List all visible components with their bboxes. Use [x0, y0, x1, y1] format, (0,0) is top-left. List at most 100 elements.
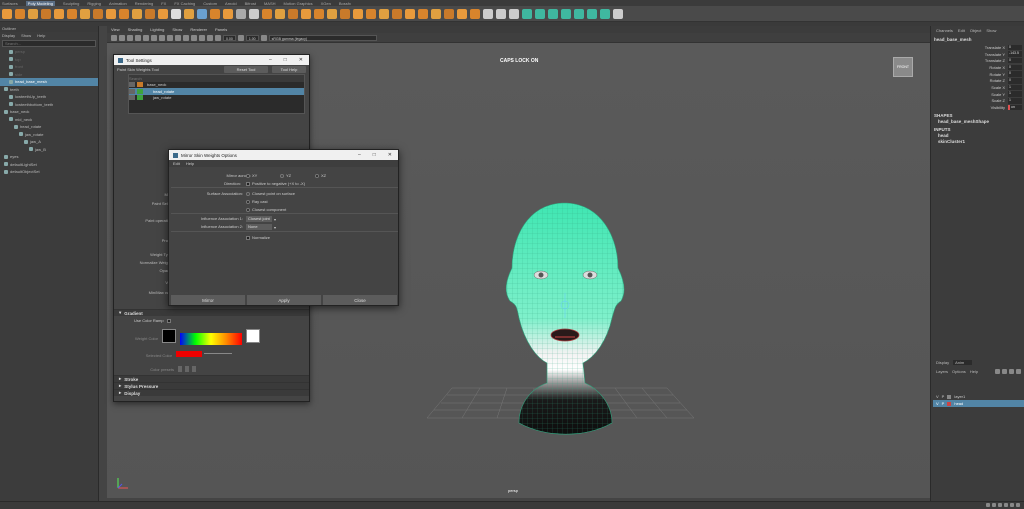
shelf-tool-icon[interactable] — [158, 8, 168, 19]
outliner-item[interactable]: base_neck — [0, 108, 98, 116]
shelf-tool-icon[interactable] — [444, 8, 454, 19]
channel-value-field[interactable]: 1 — [1008, 98, 1022, 104]
outliner-item[interactable]: jaw_rotate — [0, 131, 98, 139]
outliner-item[interactable]: mid_neck — [0, 116, 98, 124]
channel-value-field[interactable]: 0 — [1008, 71, 1022, 77]
tool-help-button[interactable]: Tool Help — [272, 66, 306, 73]
channel-label[interactable]: Scale Y — [931, 92, 1008, 97]
channel-value-field[interactable]: 1 — [1008, 91, 1022, 97]
new-layer-icon[interactable] — [1009, 369, 1014, 374]
shelf-tool-icon[interactable] — [574, 8, 584, 19]
outliner-item[interactable]: eyes — [0, 153, 98, 161]
shelf-tool-icon[interactable] — [483, 8, 493, 19]
surface-closest-point-option[interactable]: Closest point on surface — [246, 191, 295, 196]
shelf-tool-icon[interactable] — [184, 8, 194, 19]
radio-closest-component[interactable] — [246, 207, 250, 212]
outliner-item[interactable]: defaultLightSet — [0, 161, 98, 169]
shelf-tool-icon[interactable] — [41, 8, 51, 19]
smooth-shade-icon[interactable] — [143, 34, 149, 41]
shelf-tool-icon[interactable] — [236, 8, 246, 19]
shelf-tool-icon[interactable] — [15, 8, 25, 19]
shelf-tool-icon[interactable] — [418, 8, 428, 19]
play-back-icon[interactable] — [998, 503, 1002, 507]
exposure-field[interactable]: 0.00 — [223, 34, 236, 41]
step-back-icon[interactable] — [992, 503, 996, 507]
shape-node[interactable]: head_base_meshShape — [931, 119, 1024, 125]
shelf-tab[interactable]: Rigging — [87, 1, 101, 6]
chevron-down-icon[interactable]: ▾ — [274, 225, 276, 230]
move-layer-down-icon[interactable] — [1002, 369, 1007, 374]
shelf-tab[interactable]: Rendering — [135, 1, 153, 6]
selected-color-swatch[interactable] — [176, 351, 202, 357]
shelf-tab[interactable]: Sculpting — [63, 1, 79, 6]
channel-value-field[interactable]: 0 — [1008, 44, 1022, 51]
mirror-button[interactable]: Mirror — [171, 295, 245, 305]
ramp-start-swatch[interactable] — [162, 329, 176, 343]
radio-closest-point[interactable] — [246, 191, 250, 196]
outliner-item[interactable]: defaultObjectSet — [0, 168, 98, 176]
outliner-item[interactable]: lowteethbottom_teeth — [0, 101, 98, 109]
play-forward-icon[interactable] — [1004, 503, 1008, 507]
outliner-item[interactable]: head_base_mesh — [0, 78, 98, 86]
surface-ray-cast-option[interactable]: Ray cast — [246, 199, 268, 204]
close-icon[interactable]: ✕ — [299, 57, 303, 63]
close-icon[interactable]: ✕ — [388, 152, 392, 158]
shelf-tool-icon[interactable] — [392, 8, 402, 19]
channel-value-field[interactable]: -143.5 — [1008, 51, 1022, 57]
shelf-tool-icon[interactable] — [249, 8, 259, 19]
channel-label[interactable]: Translate Y — [931, 52, 1008, 57]
channel-row[interactable]: Visibility on — [931, 104, 1024, 111]
direction-checkbox[interactable] — [246, 181, 250, 186]
exposure-icon[interactable] — [215, 34, 221, 41]
shelf-tool-icon[interactable] — [54, 8, 64, 19]
normalize-option[interactable]: Normalize — [246, 235, 270, 240]
layer-color-swatch[interactable] — [947, 394, 952, 399]
lock-icon[interactable] — [129, 88, 135, 94]
shelf-tool-icon[interactable] — [431, 8, 441, 19]
selected-color-slider[interactable] — [204, 353, 232, 354]
shelf-tool-icon[interactable] — [210, 8, 220, 19]
shelf-tab[interactable]: Bossfx — [339, 1, 351, 6]
layer-playback[interactable]: P — [942, 401, 945, 406]
shelf-tab[interactable]: Custom — [203, 1, 217, 6]
layer-visibility[interactable]: V — [936, 401, 939, 406]
shelf-tool-icon[interactable] — [379, 8, 389, 19]
channel-value-field[interactable]: 0 — [1008, 57, 1022, 64]
color-ramp[interactable] — [180, 333, 242, 345]
shelf-tool-icon[interactable] — [93, 8, 103, 19]
shelf-tool-icon[interactable] — [223, 8, 233, 19]
channel-label[interactable]: Translate X — [931, 45, 1008, 50]
viewport-menu-item[interactable]: Renderer — [190, 27, 207, 32]
shelf-tool-icon[interactable] — [171, 8, 181, 19]
ao-icon[interactable] — [175, 34, 181, 41]
xray-icon[interactable] — [191, 34, 197, 41]
channel-value-field[interactable]: 0 — [1008, 64, 1022, 71]
grid-icon[interactable] — [127, 34, 133, 41]
channel-box-menu-item[interactable]: Show — [986, 28, 996, 34]
head-mesh[interactable] — [505, 202, 625, 435]
mirror-titlebar[interactable]: Mirror Skin Weights Options – □ ✕ — [169, 150, 398, 160]
shelf-tool-icon[interactable] — [340, 8, 350, 19]
shelf-tab[interactable]: Surfaces — [2, 1, 18, 6]
preset-1[interactable] — [178, 366, 182, 372]
gamma-field[interactable]: 1.00 — [245, 34, 259, 41]
menu-options[interactable]: Options — [952, 369, 966, 374]
layer-row-head[interactable]: V P head — [933, 400, 1024, 407]
shelf-tab[interactable]: Motion Graphics — [284, 1, 313, 6]
viewport-menu-item[interactable]: View — [111, 27, 120, 32]
channel-row[interactable]: Scale Y1 — [931, 91, 1024, 98]
shelf-tool-icon[interactable] — [288, 8, 298, 19]
use-color-ramp-checkbox[interactable] — [166, 318, 171, 323]
shelf-tab[interactable]: FX — [161, 1, 166, 6]
channel-row[interactable]: Rotate Y0 — [931, 71, 1024, 78]
shelf-tab[interactable]: XGen — [321, 1, 331, 6]
radio-xy[interactable] — [246, 173, 250, 178]
outliner-item[interactable]: teeth — [0, 86, 98, 94]
color-mgmt-icon[interactable] — [260, 34, 267, 41]
ramp-end-swatch[interactable] — [246, 329, 260, 343]
shadows-icon[interactable] — [167, 34, 173, 41]
influence-association-1-select[interactable]: Closest joint ▾ — [246, 216, 276, 222]
move-layer-up-icon[interactable] — [995, 369, 1000, 374]
menu-layers[interactable]: Layers — [936, 369, 948, 374]
chevron-down-icon[interactable]: ▾ — [274, 217, 276, 222]
